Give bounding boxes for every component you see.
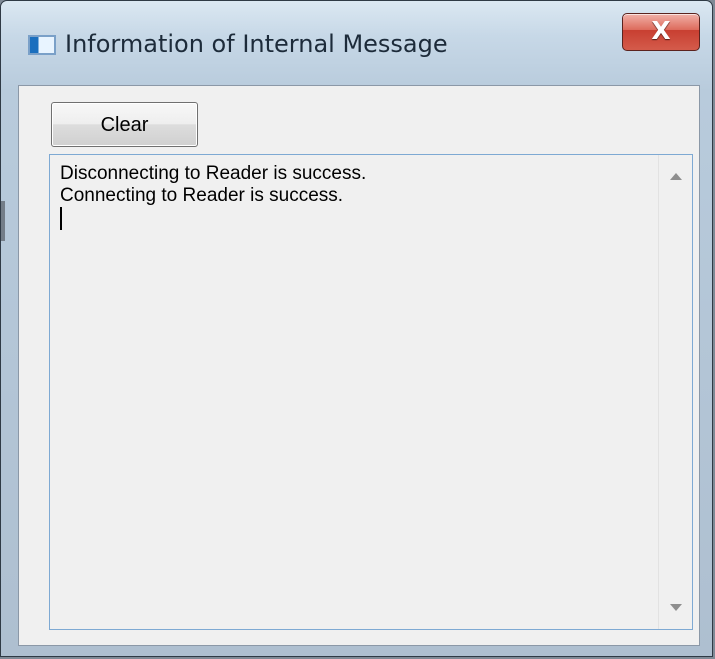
close-button[interactable]: X [622,13,700,51]
text-caret [60,207,62,230]
message-line: Disconnecting to Reader is success. [60,163,367,184]
clear-button[interactable]: Clear [51,102,198,147]
window-title: Information of Internal Message [65,30,448,58]
message-log[interactable]: Disconnecting to Reader is success. Conn… [49,154,693,630]
scroll-up-button[interactable] [659,165,692,189]
close-icon: X [651,16,671,45]
vertical-scrollbar[interactable] [658,155,692,629]
message-log-content: Disconnecting to Reader is success. Conn… [60,163,650,230]
window-icon [28,35,56,55]
window-title-bar[interactable]: Information of Internal Message X [1,1,712,85]
chevron-down-icon [670,604,682,611]
message-line: Connecting to Reader is success. [60,185,344,206]
message-panel: Clear Disconnecting to Reader is success… [18,85,700,646]
background-divider [1,201,5,241]
chevron-up-icon [670,173,682,180]
message-window: Information of Internal Message X Clear … [0,0,713,657]
scroll-down-button[interactable] [659,597,692,621]
